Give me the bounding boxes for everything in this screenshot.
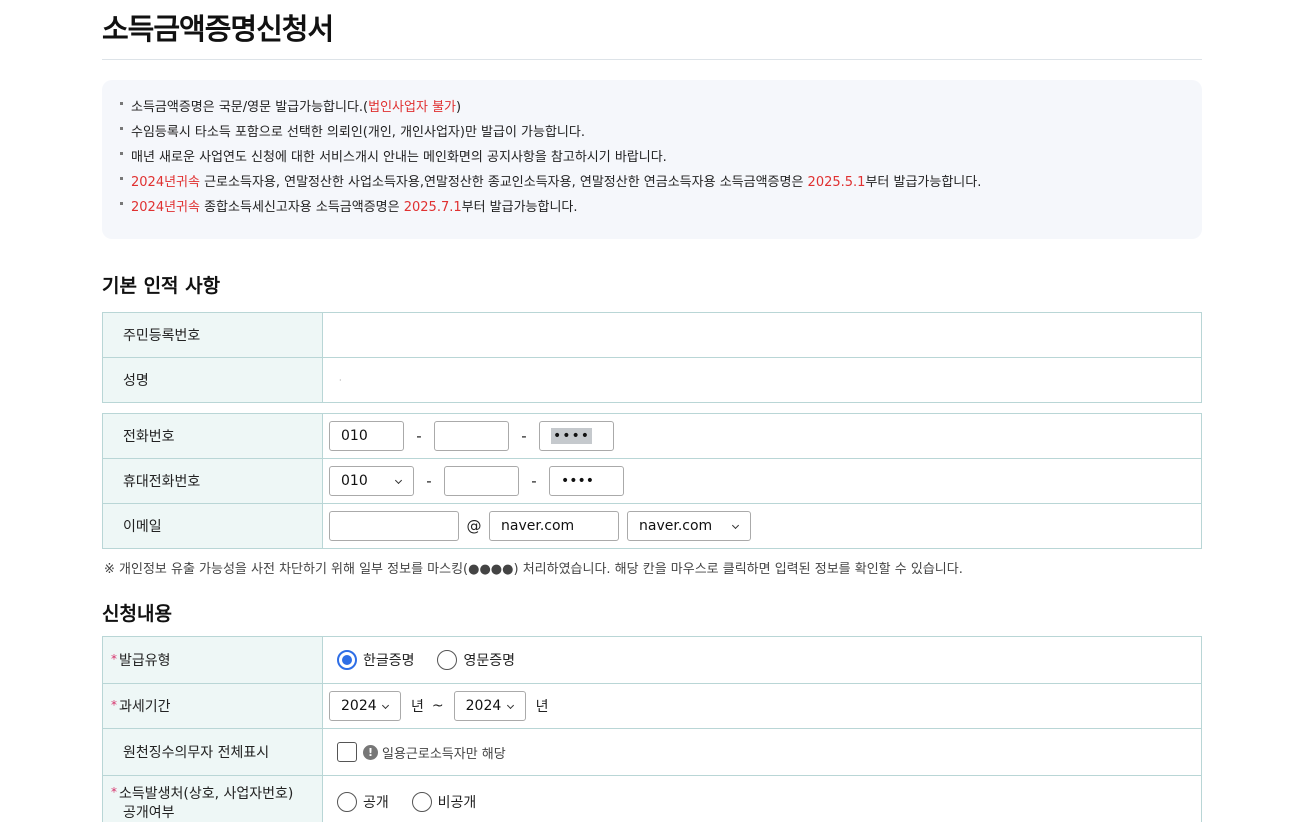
issue-english-label[interactable]: 영문증명 [463, 650, 515, 670]
notice-text: 부터 발급가능합니다. [461, 200, 578, 215]
notice-highlight: 2024년귀속 [131, 175, 200, 190]
email-row: 이메일 @ naver.com naver.com [102, 503, 1202, 549]
email-domain-select[interactable]: naver.com [627, 511, 751, 541]
source-private-radio[interactable] [411, 791, 432, 812]
section-title-apply: 신청내용 [102, 603, 172, 625]
phone-middle-input[interactable] [434, 421, 509, 451]
year-to-select[interactable]: 2024 [453, 691, 526, 721]
notice-highlight: 2025.7.1 [403, 200, 462, 215]
source-label-line1: 소득발생처(상호, 사업자번호) [119, 785, 294, 802]
notice-line: 매년 새로운 사업연도 신청에 대한 서비스개시 안내는 메인화면의 공지사항을… [120, 145, 1202, 170]
phone-dash: - [416, 427, 422, 445]
bullet-icon [120, 152, 123, 155]
phone-fields: 010- - •••• [322, 413, 1202, 459]
notice-line: 소득금액증명은 국문/영문 발급가능합니다.(법인사업자 불가) [120, 95, 1202, 120]
year-from-select[interactable]: 2024 [329, 691, 401, 721]
phone-label: 전화번호 [102, 413, 323, 459]
issue-type-label: * 발급유형 [102, 636, 323, 684]
phone-row: 전화번호 010- - •••• [102, 413, 1202, 459]
source-public-label[interactable]: 공개 [363, 792, 389, 812]
source-disclosure-options: 공개 비공개 [322, 775, 1202, 822]
email-id-input[interactable] [329, 511, 459, 541]
tilde: ~ [431, 698, 444, 714]
bullet-icon [120, 102, 123, 105]
notice-text: 부터 발급가능합니다. [865, 175, 982, 190]
info-icon: ! [363, 744, 378, 760]
bullet-icon [120, 127, 123, 130]
source-public-radio[interactable] [337, 791, 357, 812]
mobile-last-input[interactable]: •••• [549, 466, 624, 496]
masking-note: ※ 개인정보 유출 가능성을 사전 차단하기 위해 일부 정보를 마스킹(●●●… [104, 562, 963, 577]
tax-period-label: * 과세기간 [102, 683, 323, 729]
mobile-dash: - [531, 472, 537, 490]
issue-type-options: 한글증명 영문증명 [322, 636, 1202, 684]
resident-no-label: 주민등록번호 [102, 312, 323, 358]
phone-area-input[interactable]: 010 [329, 421, 404, 451]
notice-line: 수임등록시 타소득 포함으로 선택한 의뢰인(개인, 개인사업자)만 발급이 가… [120, 120, 1202, 145]
notice-highlight: 2024년귀속 [131, 200, 200, 215]
name-value: · [322, 357, 1202, 403]
withholding-label: 원천징수의무자 전체표시 [102, 728, 323, 776]
notice-text: 소득금액증명은 국문/영문 발급가능합니다.( [131, 100, 369, 115]
issue-korean-radio[interactable] [337, 650, 357, 670]
required-mark: * [111, 784, 117, 799]
mobile-fields: 010- - •••• [322, 458, 1202, 504]
source-private-label[interactable]: 비공개 [438, 792, 477, 812]
notice-box: 소득금액증명은 국문/영문 발급가능합니다.(법인사업자 불가) 수임등록시 타… [102, 80, 1202, 239]
notice-line: 2024년귀속 종합소득세신고자용 소득금액증명은 2025.7.1부터 발급가… [120, 195, 1202, 220]
bullet-icon [120, 177, 123, 180]
notice-highlight: 법인사업자 불가 [368, 100, 456, 115]
email-domain-input[interactable]: naver.com [489, 511, 619, 541]
contact-table: 전화번호 010- - •••• 휴대전화번호 010- - •••• 이메일 @ nav… [102, 413, 1202, 549]
name-row: 성명 · [102, 357, 1202, 403]
section-title-basic: 기본 인적 사항 [102, 275, 221, 297]
notice-text: 매년 새로운 사업연도 신청에 대한 서비스개시 안내는 메인화면의 공지사항을… [131, 150, 667, 165]
required-mark: * [111, 652, 117, 666]
page-title: 소득금액증명신청서 [102, 12, 334, 46]
required-mark: * [111, 698, 117, 712]
mobile-row: 휴대전화번호 010- - •••• [102, 458, 1202, 504]
name-label: 성명 [102, 357, 323, 403]
basic-info-table: 주민등록번호 성명 · [102, 312, 1202, 403]
email-at-sign: @ [466, 517, 482, 535]
withholding-hint: 일용근로소득자만 해당 [382, 746, 506, 762]
tax-period-fields: 2024 년 ~2024 년 [322, 683, 1202, 729]
issue-english-radio[interactable] [437, 650, 458, 670]
notice-text: 근로소득자용, 연말정산한 사업소득자용,연말정산한 종교인소득자용, 연말정산… [199, 175, 808, 190]
notice-highlight: 2025.5.1 [807, 175, 866, 190]
issue-type-row: * 발급유형 한글증명 영문증명 [102, 636, 1202, 684]
withholding-checkbox[interactable] [337, 742, 357, 762]
source-disclosure-label: * 소득발생처(상호, 사업자번호) 공개여부 [102, 775, 323, 822]
phone-last-masked: •••• [551, 428, 593, 444]
mobile-label: 휴대전화번호 [102, 458, 323, 504]
title-divider [102, 59, 1202, 60]
email-fields: @ naver.com naver.com [322, 503, 1202, 549]
email-label: 이메일 [102, 503, 323, 549]
tax-period-row: * 과세기간 2024 년 ~2024 년 [102, 683, 1202, 729]
notice-text: ) [456, 100, 462, 115]
mobile-dash: - [426, 472, 432, 490]
bullet-icon [120, 202, 123, 205]
issue-korean-label[interactable]: 한글증명 [363, 650, 415, 670]
tax-period-label-text: 과세기간 [119, 699, 171, 715]
resident-no-value [322, 312, 1202, 358]
source-label-line2: 공개여부 [123, 804, 175, 821]
withholding-fields: ! 일용근로소득자만 해당 [322, 728, 1202, 776]
mobile-prefix-select[interactable]: 010 [329, 466, 414, 496]
withholding-row: 원천징수의무자 전체표시 ! 일용근로소득자만 해당 [102, 728, 1202, 776]
resident-no-row: 주민등록번호 [102, 312, 1202, 358]
application-table: * 발급유형 한글증명 영문증명 * 과세기간 2024 년 ~2024 년 원천징수의무… [102, 636, 1202, 822]
source-disclosure-row: * 소득발생처(상호, 사업자번호) 공개여부 공개 비공개 [102, 775, 1202, 822]
issue-type-label-text: 발급유형 [119, 653, 171, 669]
notice-text: 수임등록시 타소득 포함으로 선택한 의뢰인(개인, 개인사업자)만 발급이 가… [131, 125, 585, 140]
notice-text: 종합소득세신고자용 소득금액증명은 [199, 200, 404, 215]
notice-line: 2024년귀속 근로소득자용, 연말정산한 사업소득자용,연말정산한 종교인소득… [120, 170, 1202, 195]
mobile-middle-input[interactable] [444, 466, 519, 496]
phone-dash: - [521, 427, 527, 445]
year-unit: 년 [535, 699, 549, 715]
phone-last-input[interactable]: •••• [539, 421, 614, 451]
year-unit: 년 [411, 699, 424, 715]
